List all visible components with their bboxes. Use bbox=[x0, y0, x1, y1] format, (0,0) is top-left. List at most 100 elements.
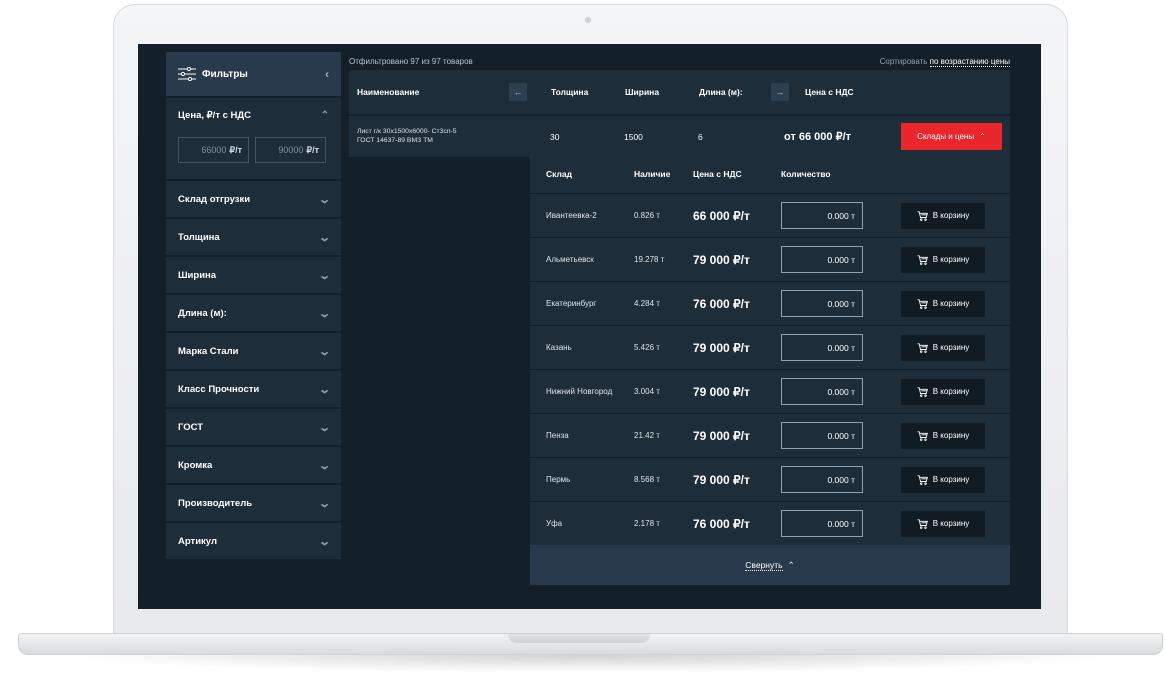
cart-button-label: В корзину bbox=[932, 255, 970, 264]
warehouse-name: Уфа bbox=[546, 519, 563, 528]
filter-item[interactable]: Марка Стали ⌄ bbox=[166, 333, 341, 369]
chevron-down-icon: ⌄ bbox=[317, 269, 331, 282]
price-max-unit: ₽/т bbox=[306, 144, 319, 155]
col-name[interactable]: Наименование bbox=[349, 87, 509, 97]
chevron-up-icon: ⌃ bbox=[787, 559, 795, 570]
filter-item-label: Кромка bbox=[178, 459, 213, 471]
chevron-down-icon: ⌄ bbox=[317, 535, 331, 548]
cart-button-label: В корзину bbox=[932, 431, 970, 440]
filter-item[interactable]: Кромка ⌄ bbox=[166, 447, 341, 483]
chevron-down-icon: ⌄ bbox=[317, 193, 331, 206]
collapse-label: Свернуть bbox=[745, 559, 783, 571]
filters-header[interactable]: Фильтры ‹ bbox=[166, 52, 341, 96]
cart-button-label: В корзину bbox=[932, 519, 970, 528]
quantity-input[interactable]: 0.000 т bbox=[781, 290, 863, 317]
add-to-cart-button[interactable]: В корзину bbox=[901, 334, 985, 361]
filter-item-label: Производитель bbox=[178, 497, 253, 509]
filter-item[interactable]: Класс Прочности ⌄ bbox=[166, 371, 341, 407]
cart-button-label: В корзину bbox=[932, 343, 970, 352]
filter-item-label: ГОСТ bbox=[178, 421, 204, 433]
cart-icon bbox=[917, 386, 928, 397]
col-thickness[interactable]: Толщина bbox=[551, 87, 625, 97]
warehouse-name: Пермь bbox=[546, 475, 571, 484]
chevron-down-icon: ⌄ bbox=[317, 383, 331, 396]
laptop-notch bbox=[508, 634, 650, 643]
warehouse-price: 79 000 ₽/т bbox=[693, 252, 750, 267]
col-width[interactable]: Ширина bbox=[625, 87, 699, 97]
add-to-cart-button[interactable]: В корзину bbox=[901, 422, 985, 449]
filter-item-label: Длина (м): bbox=[178, 307, 227, 319]
filter-item[interactable]: Ширина ⌄ bbox=[166, 257, 341, 293]
wh-col-price: Цена с НДС bbox=[693, 169, 742, 179]
price-min-value: 66000 bbox=[201, 145, 227, 155]
col-length[interactable]: Длина (м): bbox=[699, 87, 771, 97]
price-min-unit: ₽/т bbox=[229, 144, 242, 155]
warehouse-name: Казань bbox=[546, 343, 572, 352]
add-to-cart-button[interactable]: В корзину bbox=[901, 510, 985, 537]
quantity-input[interactable]: 0.000 т bbox=[781, 246, 863, 273]
cart-icon bbox=[917, 298, 928, 309]
table-row: Альметьевск 19.278 т 79 000 ₽/т 0.000 т В ко… bbox=[530, 237, 1010, 281]
filter-item[interactable]: Производитель ⌄ bbox=[166, 485, 341, 521]
chevron-down-icon: ⌄ bbox=[317, 459, 331, 472]
arrow-left-icon[interactable]: ← bbox=[509, 83, 527, 101]
filters-sidebar: Фильтры ‹ Цена, ₽/т с НДС ⌃ 66000 ₽/т 90… bbox=[166, 52, 341, 559]
quantity-input[interactable]: 0.000 т bbox=[781, 422, 863, 449]
filter-item-label: Марка Стали bbox=[178, 345, 239, 357]
sort-control[interactable]: Сортировать по возрастанию цены bbox=[879, 56, 1010, 67]
quantity-input[interactable]: 0.000 т bbox=[781, 378, 863, 405]
warehouse-stock: 8.568 т bbox=[634, 475, 660, 484]
cart-icon bbox=[917, 210, 928, 221]
warehouses-prices-button[interactable]: Склады и цены ⌃ bbox=[901, 123, 1002, 150]
warehouses-header: Склад Наличие Цена с НДС Количество bbox=[530, 155, 1010, 193]
col-price[interactable]: Цена с НДС bbox=[805, 87, 854, 97]
product-name-line2: ГОСТ 14637-89 ВМЗ ТМ bbox=[357, 137, 433, 144]
price-max-input[interactable]: 90000 ₽/т bbox=[255, 137, 326, 163]
warehouse-price: 66 000 ₽/т bbox=[693, 208, 750, 223]
cart-icon bbox=[917, 342, 928, 353]
collapse-button[interactable]: Свернуть ⌃ bbox=[530, 545, 1010, 585]
cart-icon bbox=[917, 254, 928, 265]
quantity-input[interactable]: 0.000 т bbox=[781, 466, 863, 493]
chevron-down-icon: ⌄ bbox=[317, 231, 331, 244]
wh-col-warehouse: Склад bbox=[546, 169, 573, 179]
add-to-cart-button[interactable]: В корзину bbox=[901, 202, 985, 229]
warehouse-name: Нижний Новгород bbox=[546, 387, 613, 396]
warehouse-stock: 0.826 т bbox=[634, 211, 660, 220]
product-row[interactable]: Лист г/к 30x1500x6000- Ст3сп-5 ГОСТ 1463… bbox=[349, 116, 1010, 157]
chevron-down-icon: ⌄ bbox=[317, 421, 331, 434]
filter-item[interactable]: Длина (м): ⌄ bbox=[166, 295, 341, 331]
chevron-down-icon: ⌄ bbox=[317, 345, 331, 358]
add-to-cart-button[interactable]: В корзину bbox=[901, 246, 985, 273]
filter-item[interactable]: Склад отгрузки ⌄ bbox=[166, 181, 341, 217]
add-to-cart-button[interactable]: В корзину bbox=[901, 378, 985, 405]
warehouse-stock: 5.426 т bbox=[634, 343, 660, 352]
price-filter-header[interactable]: Цена, ₽/т с НДС ⌃ bbox=[178, 110, 329, 121]
quantity-input[interactable]: 0.000 т bbox=[781, 334, 863, 361]
filtered-count: Отфильтровано 97 из 97 товаров bbox=[349, 56, 473, 66]
quantity-input[interactable]: 0.000 т bbox=[781, 202, 863, 229]
warehouse-stock: 3.004 т bbox=[634, 387, 660, 396]
warehouse-price: 79 000 ₽/т bbox=[693, 428, 750, 443]
price-max-value: 90000 bbox=[278, 145, 304, 155]
add-to-cart-button[interactable]: В корзину bbox=[901, 466, 985, 493]
price-min-input[interactable]: 66000 ₽/т bbox=[178, 137, 249, 163]
product-name[interactable]: Лист г/к 30x1500x6000- Ст3сп-5 ГОСТ 1463… bbox=[349, 116, 530, 157]
sort-prefix: Сортировать bbox=[879, 56, 928, 66]
warehouse-name: Екатеринбург bbox=[546, 299, 597, 308]
filter-item[interactable]: ГОСТ ⌄ bbox=[166, 409, 341, 445]
warehouse-stock: 4.284 т bbox=[634, 299, 660, 308]
filters-title: Фильтры bbox=[202, 68, 248, 80]
arrow-right-icon[interactable]: → bbox=[771, 83, 789, 101]
filter-item[interactable]: Толщина ⌄ bbox=[166, 219, 341, 255]
sliders-icon bbox=[178, 67, 196, 81]
sort-value-link[interactable]: по возрастанию цены bbox=[929, 56, 1010, 67]
add-to-cart-button[interactable]: В корзину bbox=[901, 290, 985, 317]
product-name-line1: Лист г/к 30x1500x6000- Ст3сп-5 bbox=[357, 128, 457, 135]
warehouse-name: Пенза bbox=[546, 431, 569, 440]
chevron-left-icon[interactable]: ‹ bbox=[325, 67, 329, 81]
filter-item[interactable]: Артикул ⌄ bbox=[166, 523, 341, 559]
price-filter-title: Цена, ₽/т с НДС bbox=[178, 110, 252, 121]
quantity-input[interactable]: 0.000 т bbox=[781, 510, 863, 537]
filter-item-label: Класс Прочности bbox=[178, 383, 260, 395]
